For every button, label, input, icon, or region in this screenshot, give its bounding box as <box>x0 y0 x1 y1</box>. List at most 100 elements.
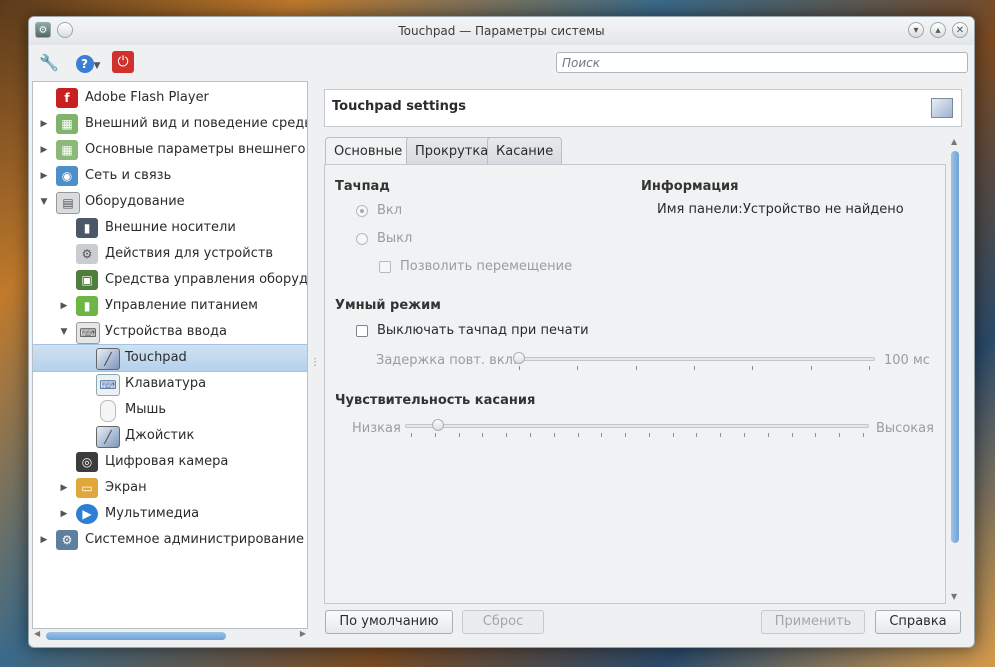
camera-icon: ◎ <box>76 452 98 472</box>
sidebar-item-adobe-flash-player[interactable]: f Adobe Flash Player <box>33 85 307 111</box>
appearance-icon: ▦ <box>56 114 78 134</box>
delay-label: Задержка повт. вкл.: <box>376 353 522 368</box>
collapse-arrow-icon[interactable]: ▼ <box>39 189 49 215</box>
panel-name-value: Устройство не найдено <box>743 202 904 217</box>
disable-on-typing-label: Выключать тачпад при печати <box>377 323 589 338</box>
sidebar-horizontal-scrollbar[interactable]: ◀ ▶ <box>32 629 308 643</box>
app-menu-icon[interactable]: ⚙ <box>35 22 51 38</box>
battery-icon: ▮ <box>76 296 98 316</box>
splitter-handle[interactable]: ⋮ <box>310 357 320 368</box>
monitor-icon: ▭ <box>76 478 98 498</box>
search-input[interactable] <box>556 52 968 73</box>
slider-handle[interactable] <box>432 419 444 431</box>
sidebar-item-input-devices[interactable]: ▼ ⌨ Устройства ввода <box>33 319 307 345</box>
sidebar-item-touchpad[interactable]: ╱ Touchpad <box>33 344 307 372</box>
allow-move-checkbox[interactable] <box>379 261 391 273</box>
disable-on-typing-checkbox[interactable] <box>356 325 368 337</box>
sidebar-item-system-administration[interactable]: ▶ ⚙ Системное администрирование <box>33 527 307 553</box>
scrollbar-thumb[interactable] <box>951 151 959 543</box>
tab-content: Тачпад Вкл Выкл Позволить перемещение Ин… <box>324 164 946 604</box>
sidebar-item-label: Клавиатура <box>125 376 207 391</box>
delay-slider[interactable] <box>513 351 875 371</box>
panel-name-label: Имя панели: <box>657 202 743 217</box>
touchpad-off-radio[interactable] <box>356 233 368 245</box>
slider-tick <box>435 433 436 437</box>
tab-scrolling[interactable]: Прокрутка <box>406 137 498 165</box>
module-header: Touchpad settings <box>324 89 962 127</box>
touchpad-on-radio[interactable] <box>356 205 368 217</box>
sidebar-item-appearance[interactable]: ▶ ▦ Внешний вид и поведение среды р <box>33 111 307 137</box>
sensitivity-group-title: Чувствительность касания <box>335 393 536 408</box>
maximize-icon[interactable]: ▴ <box>930 22 946 38</box>
sidebar-item-label: Сеть и связь <box>85 168 172 183</box>
sensitivity-low-label: Низкая <box>352 421 401 436</box>
expand-arrow-icon[interactable]: ▶ <box>39 163 49 189</box>
toolbar: 🔧 ? ▼ ⏻ <box>29 45 974 81</box>
close-icon[interactable]: ✕ <box>952 22 968 38</box>
sidebar-item-keyboard[interactable]: ⌨ Клавиатура <box>33 371 307 397</box>
expand-arrow-icon[interactable]: ▶ <box>59 475 69 501</box>
tab-basic[interactable]: Основные <box>325 137 412 166</box>
sidebar-item-network[interactable]: ▶ ◉ Сеть и связь <box>33 163 307 189</box>
content-vertical-scrollbar[interactable]: ▲ ▼ <box>949 137 961 601</box>
expand-arrow-icon[interactable]: ▶ <box>59 501 69 527</box>
sidebar-item-workspace[interactable]: ▶ ▦ Основные параметры внешнего ви <box>33 137 307 163</box>
headphones-icon: ▶ <box>76 504 98 524</box>
touchpad-group-title: Тачпад <box>335 179 390 194</box>
expand-arrow-icon[interactable]: ▶ <box>39 111 49 137</box>
expand-arrow-icon[interactable]: ▶ <box>39 137 49 163</box>
sidebar-item-display[interactable]: ▶ ▭ Экран <box>33 475 307 501</box>
sidebar-item-label: Внешние носители <box>105 220 236 235</box>
slider-tick <box>768 433 769 437</box>
module-title: Touchpad settings <box>332 99 466 114</box>
sidebar-item-label: Устройства ввода <box>105 324 228 339</box>
tab-label: Касание <box>496 144 554 159</box>
configure-icon[interactable]: 🔧 <box>37 51 61 75</box>
sidebar-item-label: Touchpad <box>125 350 187 365</box>
slider-handle[interactable] <box>513 352 525 364</box>
sidebar-item-power[interactable]: ▶ ▮ Управление питанием <box>33 293 307 319</box>
slider-tick <box>530 433 531 437</box>
expand-arrow-icon[interactable]: ▶ <box>39 527 49 553</box>
sidebar-item-label: Оборудование <box>85 194 185 209</box>
help-menu-icon[interactable]: ? ▼ <box>73 51 103 75</box>
sidebar-item-removable-media[interactable]: ▮ Внешние носители <box>33 215 307 241</box>
workspace-icon: ▦ <box>56 140 78 160</box>
slider-tick <box>694 366 695 370</box>
expand-arrow-icon[interactable]: ▶ <box>59 293 69 319</box>
sidebar-item-device-management[interactable]: ▣ Средства управления оборудова <box>33 267 307 293</box>
slider-tick <box>506 433 507 437</box>
slider-tick <box>578 433 579 437</box>
sidebar-item-label: Экран <box>105 480 147 495</box>
apply-button[interactable]: Применить <box>761 610 865 634</box>
scrollbar-thumb[interactable] <box>46 632 226 640</box>
scroll-up-icon[interactable]: ▲ <box>951 137 957 146</box>
window-title: Touchpad — Параметры системы <box>398 24 605 38</box>
slider-tick <box>554 433 555 437</box>
sensitivity-slider[interactable] <box>405 418 869 438</box>
scroll-left-icon[interactable]: ◀ <box>34 629 40 638</box>
slider-tick <box>482 433 483 437</box>
sidebar-item-hardware[interactable]: ▼ ▤ Оборудование <box>33 189 307 215</box>
allow-move-label: Позволить перемещение <box>400 259 573 274</box>
scroll-down-icon[interactable]: ▼ <box>951 592 957 601</box>
reset-button[interactable]: Сброс <box>462 610 544 634</box>
collapse-arrow-icon[interactable]: ▼ <box>59 319 69 345</box>
sidebar-item-joystick[interactable]: ╱ Джойстик <box>33 423 307 449</box>
minimize-icon[interactable]: ▾ <box>908 22 924 38</box>
sidebar-item-device-actions[interactable]: ⚙ Действия для устройств <box>33 241 307 267</box>
scroll-right-icon[interactable]: ▶ <box>300 629 306 638</box>
sidebar-item-label: Системное администрирование <box>85 532 304 547</box>
slider-tick <box>411 433 412 437</box>
sidebar-item-camera[interactable]: ◎ Цифровая камера <box>33 449 307 475</box>
defaults-button[interactable]: По умолчанию <box>325 610 453 634</box>
slider-tick <box>869 366 870 370</box>
help-button[interactable]: Справка <box>875 610 961 634</box>
tab-label: Прокрутка <box>415 144 489 159</box>
pin-icon[interactable] <box>57 22 73 38</box>
sidebar-item-multimedia[interactable]: ▶ ▶ Мультимедиа <box>33 501 307 527</box>
sidebar-item-mouse[interactable]: Мышь <box>33 397 307 423</box>
sidebar-item-label: Основные параметры внешнего ви <box>85 142 308 157</box>
quit-icon[interactable]: ⏻ <box>112 51 134 73</box>
tab-tapping[interactable]: Касание <box>487 137 563 165</box>
